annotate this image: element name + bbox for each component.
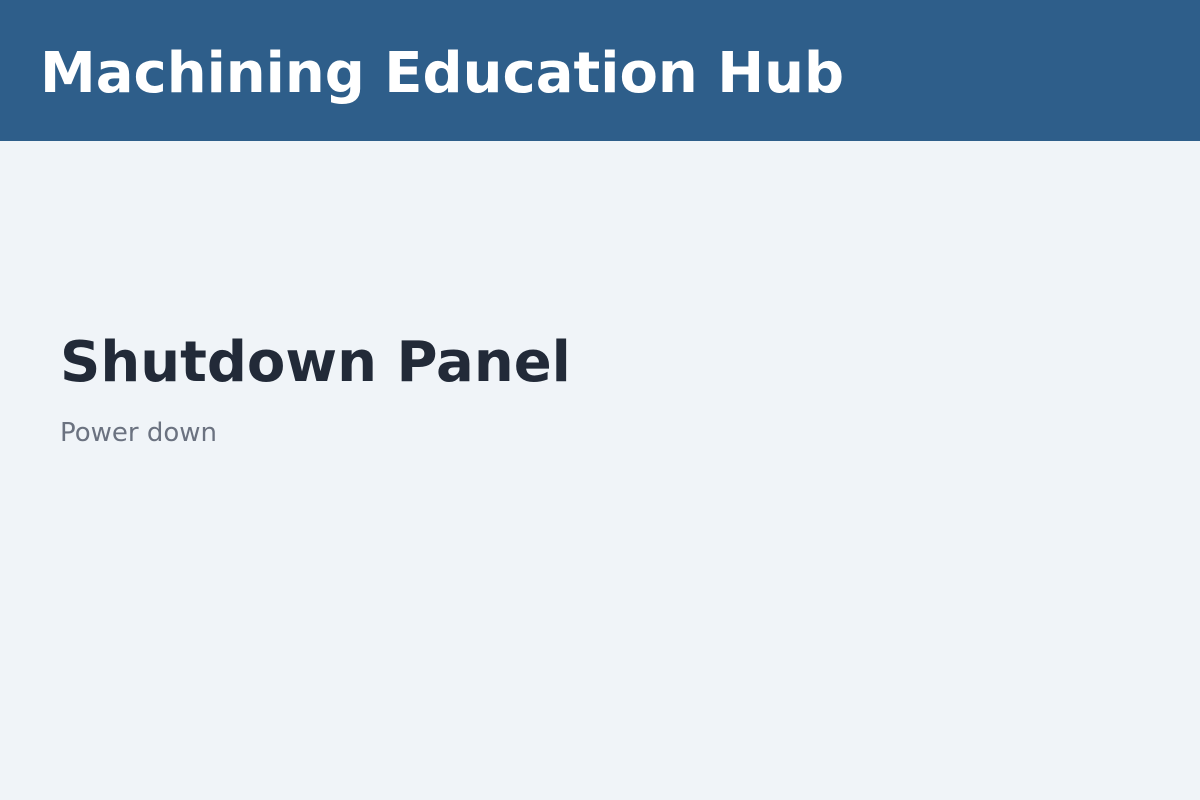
shutdown-panel: Shutdown Panel Power down: [60, 330, 960, 448]
app-title: Machining Education Hub: [40, 41, 845, 106]
page-subtitle: Power down: [60, 418, 218, 448]
page-title: Shutdown Panel: [60, 330, 571, 395]
app-header: Machining Education Hub: [0, 0, 1200, 141]
